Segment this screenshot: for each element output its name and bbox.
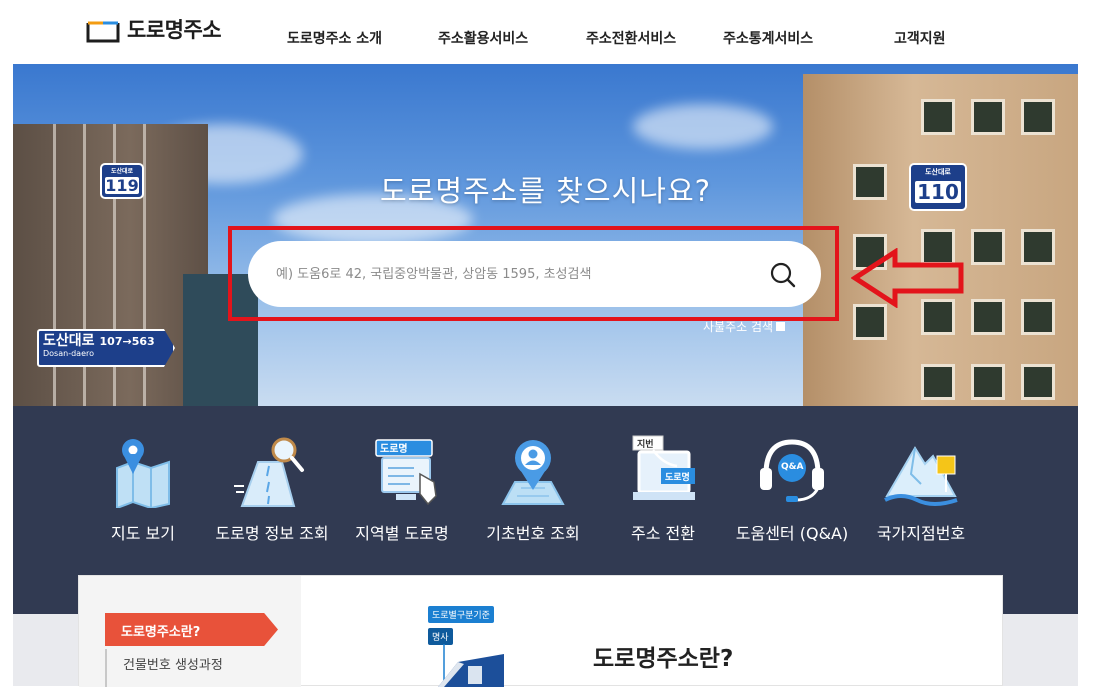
- sabal-label: 사불주소 검색: [703, 320, 774, 334]
- building-right: [803, 74, 1078, 406]
- hero-title: 도로명주소를 찾으시나요?: [379, 174, 712, 208]
- nav-intro[interactable]: 도로명주소 소개: [287, 28, 382, 48]
- quick-menu-label: 도움센터 (Q&A): [735, 524, 849, 543]
- road-sign-dosan-daero: 도산대로 107→563 Dosan-daero: [37, 329, 175, 367]
- sidebar-item-building-number[interactable]: 건물번호 생성과정: [123, 654, 223, 673]
- sabal-address-search[interactable]: 사불주소 검색: [703, 318, 786, 335]
- quick-menu-label: 도로명 정보 조회: [215, 524, 329, 543]
- intro-content-panel: 도로명주소란? 건물번호 생성과정 도로별구분기준 명사 도로명주소란?: [78, 575, 1003, 687]
- cloud: [633, 104, 773, 149]
- quick-menu-road-info[interactable]: 도로명 정보 조회: [205, 434, 339, 544]
- convert-tag-road: 도로명: [665, 473, 690, 483]
- site-logo[interactable]: 도로명주소: [85, 14, 222, 44]
- illus-tag: 도로별구분기준: [428, 606, 494, 623]
- quick-menu-label: 기초번호 조회: [486, 524, 580, 543]
- road-sign-illustration: 도로별구분기준 명사: [424, 606, 514, 687]
- quick-menu-map[interactable]: 지도 보기: [100, 434, 186, 544]
- sidebar-divider: [105, 649, 107, 687]
- intro-sidebar: 도로명주소란? 건물번호 생성과정: [79, 576, 301, 687]
- nav-address-use[interactable]: 주소활용서비스: [438, 28, 528, 48]
- search-icon[interactable]: [767, 259, 799, 291]
- pointer-arrow-icon: [850, 247, 966, 309]
- nav-address-convert[interactable]: 주소전환서비스: [586, 28, 676, 48]
- headset-icon: Q&A: [752, 434, 832, 508]
- road-search-icon: [232, 434, 312, 508]
- address-convert-icon: 지번 도로명: [623, 434, 703, 508]
- address-search-input[interactable]: [274, 259, 754, 289]
- quick-menu-help-center[interactable]: Q&A 도움센터 (Q&A): [730, 434, 854, 544]
- logo-icon: [85, 14, 121, 44]
- quick-menu-region-road[interactable]: 도로명 지역별 도로명: [348, 434, 456, 544]
- search-highlight-box: [228, 226, 839, 321]
- search-bar: [248, 241, 821, 307]
- intro-title: 도로명주소란?: [593, 646, 734, 672]
- mountain-marker-icon: [881, 434, 961, 508]
- convert-tag-jibun: 지번: [637, 440, 654, 450]
- region-tag: 도로명: [380, 444, 408, 455]
- nav-address-stats[interactable]: 주소통계서비스: [723, 28, 813, 48]
- quick-menu-label: 국가지점번호: [876, 524, 966, 543]
- region-select-icon: 도로명: [362, 434, 442, 508]
- site-header: 도로명주소 도로명주소 소개 주소활용서비스 주소전환서비스 주소통계서비스 고…: [0, 0, 1093, 64]
- quick-menu-national-point[interactable]: 국가지점번호: [870, 434, 972, 544]
- logo-text: 도로명주소: [127, 18, 222, 42]
- quick-menu-address-convert[interactable]: 지번 도로명 주소 전환: [620, 434, 706, 544]
- quick-menu-label: 지역별 도로명: [355, 524, 449, 543]
- quick-menu-label: 지도 보기: [111, 524, 175, 543]
- sidebar-item-what-is-road-address[interactable]: 도로명주소란?: [105, 613, 278, 646]
- illus-tag: 명사: [428, 628, 453, 645]
- map-icon: [103, 434, 183, 510]
- location-pin-icon: [493, 434, 573, 508]
- hero-banner: 도산대로 119 도산대로 110 도산대로 107→563 Dosan-dae…: [13, 64, 1078, 406]
- qa-tag: Q&A: [781, 462, 804, 472]
- quick-menu-base-number[interactable]: 기초번호 조회: [478, 434, 588, 544]
- quick-menu-label: 주소 전환: [631, 524, 695, 543]
- nav-support[interactable]: 고객지원: [894, 28, 946, 48]
- sabal-checkbox[interactable]: [776, 322, 786, 331]
